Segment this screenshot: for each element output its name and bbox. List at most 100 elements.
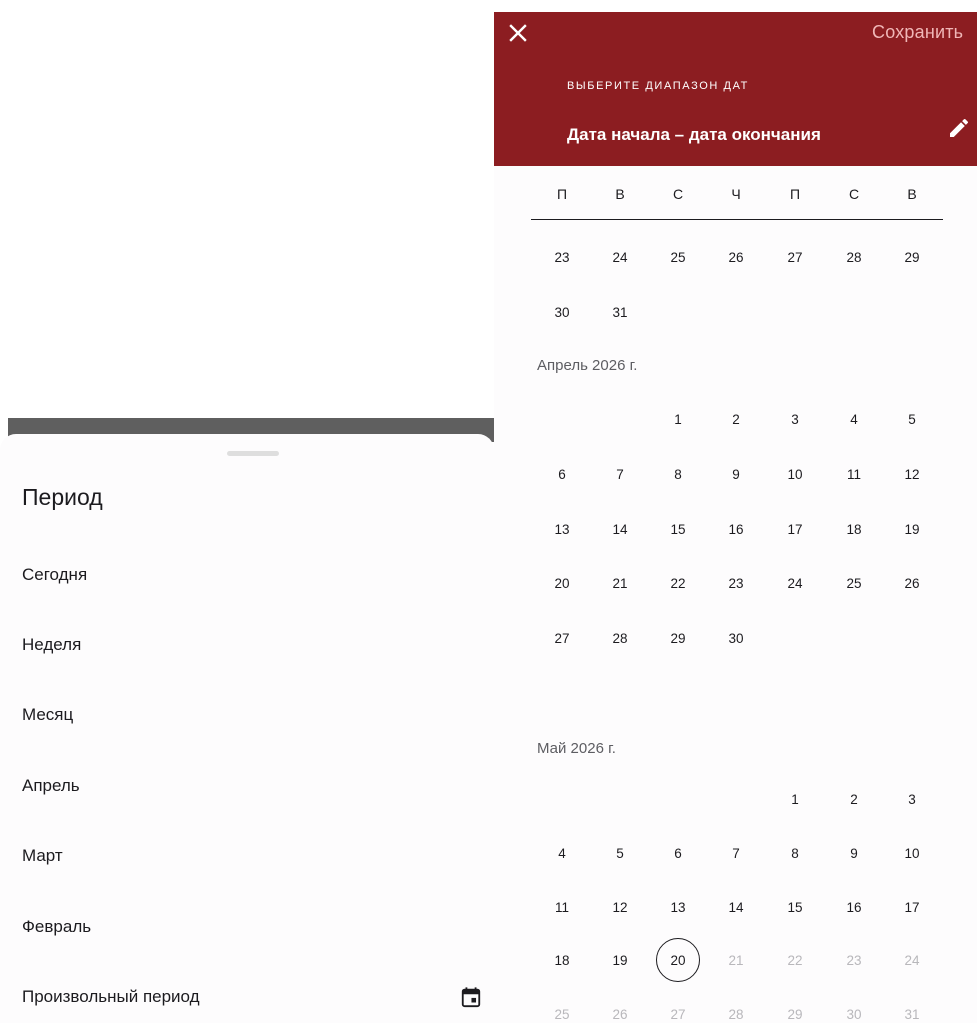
day-cell[interactable]: 7 xyxy=(714,831,758,875)
period-item-label: Апрель xyxy=(22,776,80,795)
weekday-header: ПВСЧПСВ xyxy=(531,186,943,216)
day-cell[interactable]: 21 xyxy=(598,561,642,605)
day-cell: 31 xyxy=(904,1006,920,1022)
weekday-label: С xyxy=(848,186,860,202)
day-cell: 29 xyxy=(787,1006,803,1022)
picker-overline: ВЫБЕРИТЕ ДИАПАЗОН ДАТ xyxy=(567,80,749,92)
day-cell[interactable]: 10 xyxy=(890,831,934,875)
day-cell[interactable]: 30 xyxy=(714,616,758,660)
day-cell[interactable]: 11 xyxy=(832,452,876,496)
weekday-divider xyxy=(531,219,943,220)
day-cell[interactable]: 12 xyxy=(598,885,642,929)
pencil-icon[interactable] xyxy=(947,116,971,140)
weekday-label: В xyxy=(907,186,917,202)
day-cell[interactable]: 31 xyxy=(598,290,642,334)
period-item-label: Неделя xyxy=(22,635,82,654)
period-bottom-sheet: Период Сегодня Неделя Месяц Апрель Март … xyxy=(0,434,494,1023)
day-cell-today[interactable]: 20 xyxy=(656,938,700,982)
day-cell[interactable]: 8 xyxy=(773,831,817,875)
day-cell[interactable]: 6 xyxy=(656,831,700,875)
day-cell[interactable]: 29 xyxy=(656,616,700,660)
period-item-label: Произвольный период xyxy=(22,987,200,1006)
day-cell[interactable]: 17 xyxy=(890,885,934,929)
day-cell[interactable]: 14 xyxy=(598,507,642,551)
period-item-label: Месяц xyxy=(22,705,74,724)
day-cell[interactable]: 17 xyxy=(773,507,817,551)
day-cell[interactable]: 5 xyxy=(890,397,934,441)
day-cell[interactable]: 11 xyxy=(540,885,584,929)
day-cell[interactable]: 13 xyxy=(540,507,584,551)
day-cell: 22 xyxy=(787,952,803,968)
weekday-label: В xyxy=(615,186,625,202)
day-cell: 23 xyxy=(846,952,862,968)
range-title: Дата начала – дата окончания xyxy=(567,125,821,144)
day-cell[interactable]: 25 xyxy=(656,235,700,279)
period-item-week[interactable]: Неделя xyxy=(22,620,482,670)
day-cell[interactable]: 30 xyxy=(540,290,584,334)
day-cell[interactable]: 23 xyxy=(714,561,758,605)
picker-header: Сохранить ВЫБЕРИТЕ ДИАПАЗОН ДАТ Дата нач… xyxy=(494,12,977,166)
period-item-february[interactable]: Февраль xyxy=(22,902,482,952)
day-cell[interactable]: 5 xyxy=(598,831,642,875)
day-cell[interactable]: 18 xyxy=(540,938,584,982)
month-label: Апрель 2026 г. xyxy=(537,357,638,374)
day-cell: 26 xyxy=(612,1006,628,1022)
period-item-label: Февраль xyxy=(22,917,92,936)
day-cell[interactable]: 15 xyxy=(773,885,817,929)
date-range-picker: Сохранить ВЫБЕРИТЕ ДИАПАЗОН ДАТ Дата нач… xyxy=(494,12,977,1023)
day-cell[interactable]: 16 xyxy=(832,885,876,929)
drag-handle[interactable] xyxy=(227,451,279,456)
day-cell[interactable]: 7 xyxy=(598,452,642,496)
day-cell[interactable]: 12 xyxy=(890,452,934,496)
day-cell[interactable]: 6 xyxy=(540,452,584,496)
day-cell[interactable]: 19 xyxy=(890,507,934,551)
period-item-march[interactable]: Март xyxy=(22,831,482,881)
day-cell[interactable]: 27 xyxy=(773,235,817,279)
day-cell[interactable]: 18 xyxy=(832,507,876,551)
day-cell[interactable]: 24 xyxy=(598,235,642,279)
day-cell[interactable]: 9 xyxy=(832,831,876,875)
day-cell[interactable]: 4 xyxy=(832,397,876,441)
day-cell[interactable]: 26 xyxy=(714,235,758,279)
day-cell[interactable]: 1 xyxy=(656,397,700,441)
day-cell[interactable]: 2 xyxy=(832,777,876,821)
day-cell[interactable]: 29 xyxy=(890,235,934,279)
day-cell[interactable]: 19 xyxy=(598,938,642,982)
day-cell: 27 xyxy=(670,1006,686,1022)
period-item-label: Сегодня xyxy=(22,565,88,584)
close-icon[interactable] xyxy=(506,21,530,45)
period-item-april[interactable]: Апрель xyxy=(22,761,482,811)
day-cell[interactable]: 9 xyxy=(714,452,758,496)
period-item-custom[interactable]: Произвольный период xyxy=(22,972,482,1022)
period-item-label: Март xyxy=(22,846,63,865)
save-button[interactable]: Сохранить xyxy=(872,22,963,43)
day-cell[interactable]: 13 xyxy=(656,885,700,929)
period-item-today[interactable]: Сегодня xyxy=(22,550,482,600)
day-cell[interactable]: 23 xyxy=(540,235,584,279)
day-cell[interactable]: 2 xyxy=(714,397,758,441)
day-cell[interactable]: 3 xyxy=(773,397,817,441)
day-cell[interactable]: 26 xyxy=(890,561,934,605)
day-cell: 21 xyxy=(728,952,744,968)
day-cell[interactable]: 25 xyxy=(832,561,876,605)
day-cell: 30 xyxy=(846,1006,862,1022)
day-cell[interactable]: 8 xyxy=(656,452,700,496)
day-cell[interactable]: 16 xyxy=(714,507,758,551)
weekday-label: Ч xyxy=(731,186,741,202)
day-cell[interactable]: 3 xyxy=(890,777,934,821)
day-cell[interactable]: 10 xyxy=(773,452,817,496)
day-cell[interactable]: 1 xyxy=(773,777,817,821)
day-cell[interactable]: 28 xyxy=(832,235,876,279)
day-cell: 25 xyxy=(554,1006,570,1022)
day-cell[interactable]: 22 xyxy=(656,561,700,605)
day-cell[interactable]: 14 xyxy=(714,885,758,929)
day-cell[interactable]: 20 xyxy=(540,561,584,605)
day-cell[interactable]: 27 xyxy=(540,616,584,660)
weekday-label: П xyxy=(556,186,568,202)
day-cell[interactable]: 28 xyxy=(598,616,642,660)
day-cell[interactable]: 15 xyxy=(656,507,700,551)
calendar-icon[interactable] xyxy=(460,986,482,1008)
day-cell[interactable]: 24 xyxy=(773,561,817,605)
day-cell[interactable]: 4 xyxy=(540,831,584,875)
period-item-month[interactable]: Месяц xyxy=(22,690,482,740)
